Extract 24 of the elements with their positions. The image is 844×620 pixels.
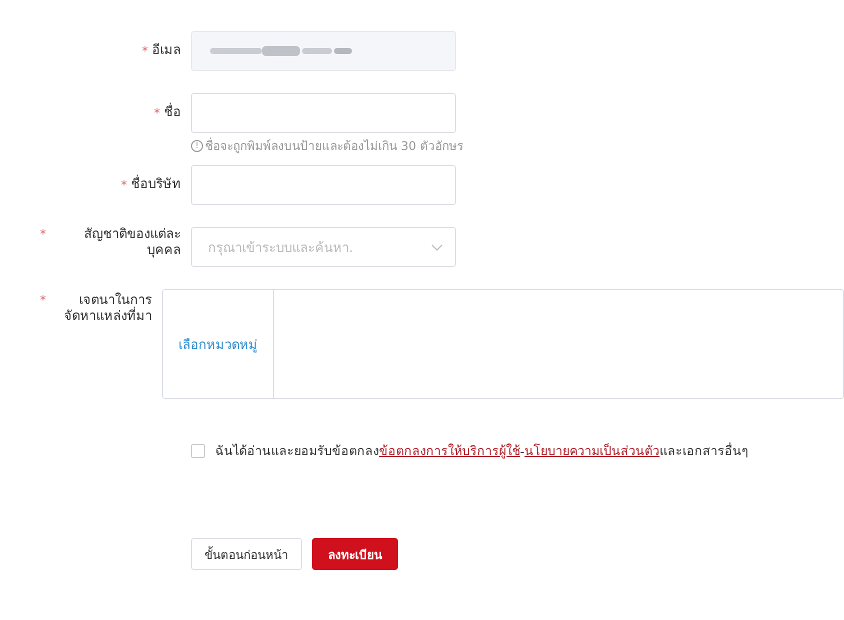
text-field[interactable] xyxy=(191,165,456,205)
hint-text: ชื่อจะถูกพิมพ์ลงบนป้ายและต้องไม่เกิน 30 ตัวอักษร xyxy=(205,136,463,155)
required-mark: * xyxy=(121,178,127,192)
terms-link[interactable]: ข้อตกลงการให้บริการผู้ใช้ xyxy=(379,441,520,461)
separator-text: - xyxy=(520,444,525,458)
agreement-suffix: และเอกสารอื่นๆ xyxy=(660,441,749,460)
privacy-link[interactable]: นโยบายความเป็นส่วนตัว xyxy=(524,441,660,461)
agreement-text: ฉันได้อ่านและยอมรับข้อตกลง xyxy=(215,442,379,460)
chevron-down-icon xyxy=(431,244,443,250)
field-label: สัญชาติของแต่ละบุคคล xyxy=(83,227,181,259)
required-mark: * xyxy=(154,106,160,120)
text-field[interactable] xyxy=(191,93,456,133)
required-mark: * xyxy=(40,227,46,241)
checkbox[interactable] xyxy=(191,444,205,458)
register-button[interactable]: ลงทะเบียน xyxy=(312,538,398,570)
field-label: ชื่อบริษัท xyxy=(131,177,181,193)
back-button[interactable]: ขั้นตอนก่อนหน้า xyxy=(191,538,302,570)
field-label: อีเมล xyxy=(152,43,181,59)
required-mark: * xyxy=(40,293,46,307)
category-link[interactable]: เลือกหมวดหมู่ xyxy=(178,334,258,354)
info-icon: ! xyxy=(191,140,203,152)
field-label: เจตนาในการจัดหาแหล่งที่มา xyxy=(63,293,152,325)
field-label: ชื่อ xyxy=(164,105,181,121)
required-mark: * xyxy=(142,44,148,58)
